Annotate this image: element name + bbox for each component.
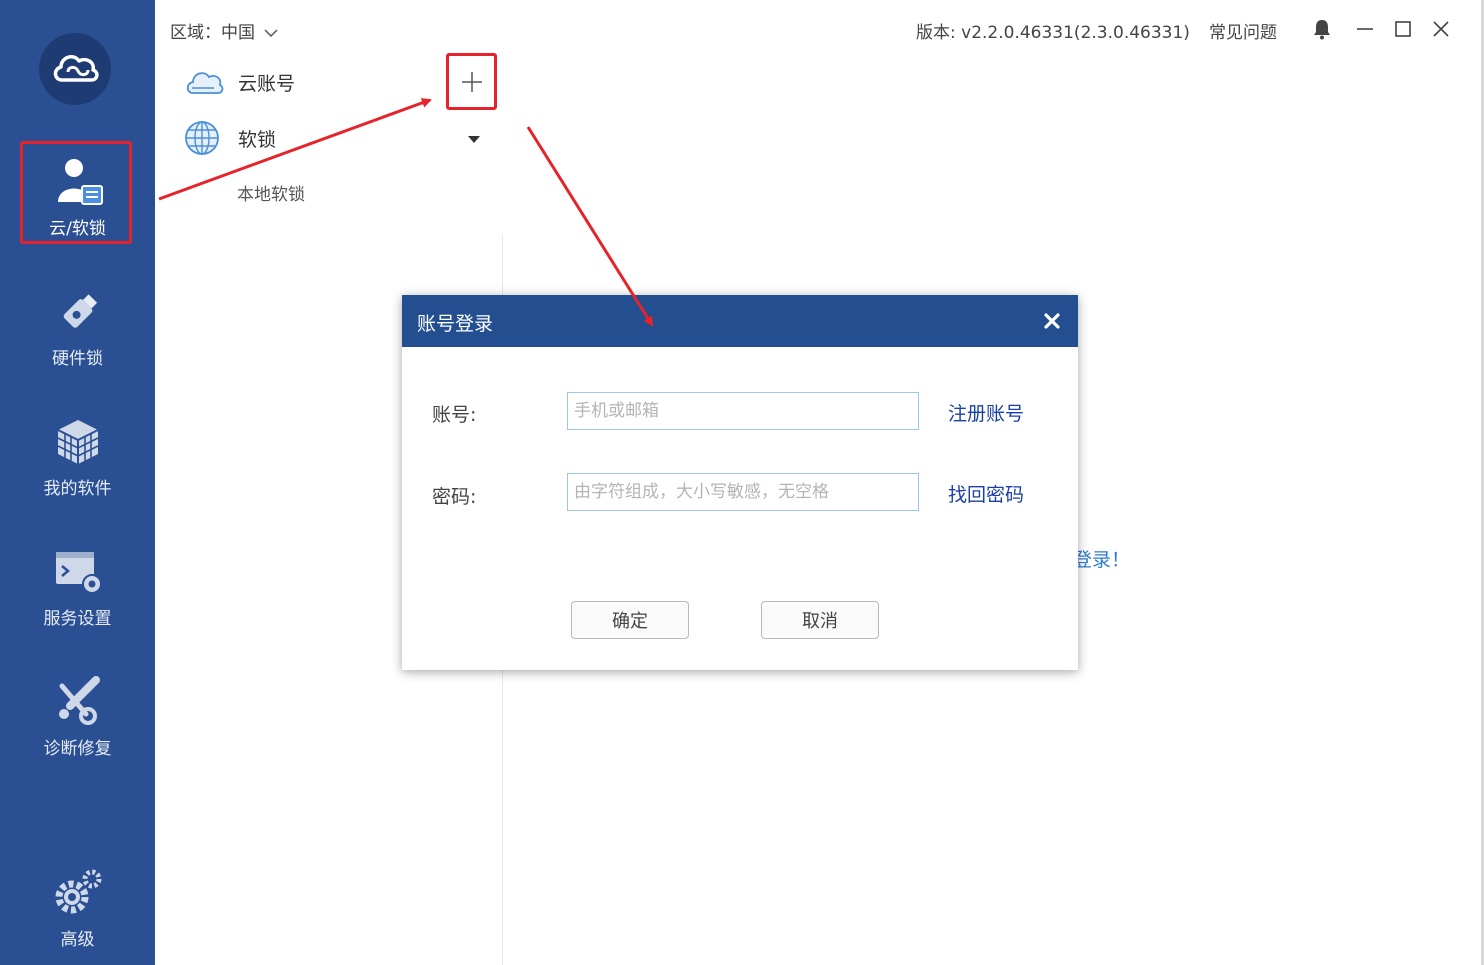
region-label: 区域：中国 bbox=[170, 23, 255, 43]
confirm-button[interactable]: 确定 bbox=[571, 601, 689, 639]
close-window-button[interactable] bbox=[1426, 14, 1456, 44]
minimize-icon bbox=[1357, 28, 1373, 30]
tree-label: 云账号 bbox=[238, 72, 296, 95]
plus-icon bbox=[461, 71, 482, 92]
globe-icon bbox=[185, 121, 219, 155]
nav-label: 高级 bbox=[60, 930, 95, 950]
add-cloud-account-button[interactable] bbox=[446, 53, 497, 110]
minimize-button[interactable] bbox=[1350, 14, 1380, 44]
region-selector[interactable]: 区域：中国 bbox=[170, 18, 278, 43]
cloud-icon bbox=[186, 72, 224, 94]
nav-hardware-lock[interactable]: 硬件锁 bbox=[0, 272, 155, 372]
version-label: 版本: v2.2.0.46331(2.3.0.46331) bbox=[916, 23, 1190, 43]
terminal-gear-icon bbox=[55, 552, 102, 594]
close-icon bbox=[1044, 313, 1060, 329]
account-label: 账号: bbox=[432, 404, 477, 426]
close-icon bbox=[1433, 21, 1449, 37]
tree-item-local-soft-lock[interactable]: 本地软锁 bbox=[237, 180, 305, 205]
cube-icon bbox=[57, 420, 98, 464]
account-input[interactable] bbox=[567, 392, 919, 430]
nav-label: 我的软件 bbox=[43, 479, 112, 499]
cloud-logo-icon bbox=[53, 55, 99, 82]
cancel-button[interactable]: 取消 bbox=[761, 601, 879, 639]
login-dialog: 账号登录 账号: 注册账号 密码: 找回密码 确定 取消 bbox=[402, 295, 1078, 670]
nav-my-software[interactable]: 我的软件 bbox=[0, 402, 155, 502]
tree-item-cloud-account[interactable]: 云账号 bbox=[184, 66, 295, 98]
dialog-header: 账号登录 bbox=[402, 295, 1078, 347]
dialog-close-button[interactable] bbox=[1038, 307, 1066, 335]
tree-label: 软锁 bbox=[238, 128, 277, 151]
nav-advanced[interactable]: 高级 bbox=[0, 853, 155, 953]
app-logo bbox=[39, 33, 111, 105]
nav-label: 诊断修复 bbox=[43, 739, 112, 759]
password-input[interactable] bbox=[567, 473, 919, 511]
tree-item-soft-lock[interactable]: 软锁 bbox=[184, 120, 276, 156]
notification-button[interactable] bbox=[1307, 14, 1337, 44]
nav-service-settings[interactable]: 服务设置 bbox=[0, 532, 155, 632]
highlight-box-nav bbox=[20, 141, 132, 244]
nav-diagnose-repair[interactable]: 诊断修复 bbox=[0, 662, 155, 762]
wrench-icon bbox=[58, 676, 100, 725]
register-account-link[interactable]: 注册账号 bbox=[948, 399, 1024, 426]
faq-link[interactable]: 常见问题 bbox=[1209, 18, 1277, 43]
chevron-down-icon bbox=[264, 29, 278, 38]
gears-icon bbox=[55, 869, 101, 914]
bell-icon bbox=[1314, 20, 1330, 40]
login-prompt-text: 登录！ bbox=[1073, 549, 1131, 571]
recover-password-link[interactable]: 找回密码 bbox=[948, 480, 1024, 507]
caret-down-icon[interactable] bbox=[467, 135, 481, 145]
nav-label: 服务设置 bbox=[43, 609, 112, 629]
password-label: 密码: bbox=[432, 486, 477, 508]
dialog-title: 账号登录 bbox=[417, 313, 494, 335]
nav-label: 硬件锁 bbox=[52, 349, 103, 369]
maximize-button[interactable] bbox=[1388, 14, 1418, 44]
maximize-icon bbox=[1395, 21, 1411, 37]
usb-dongle-icon bbox=[63, 294, 97, 328]
